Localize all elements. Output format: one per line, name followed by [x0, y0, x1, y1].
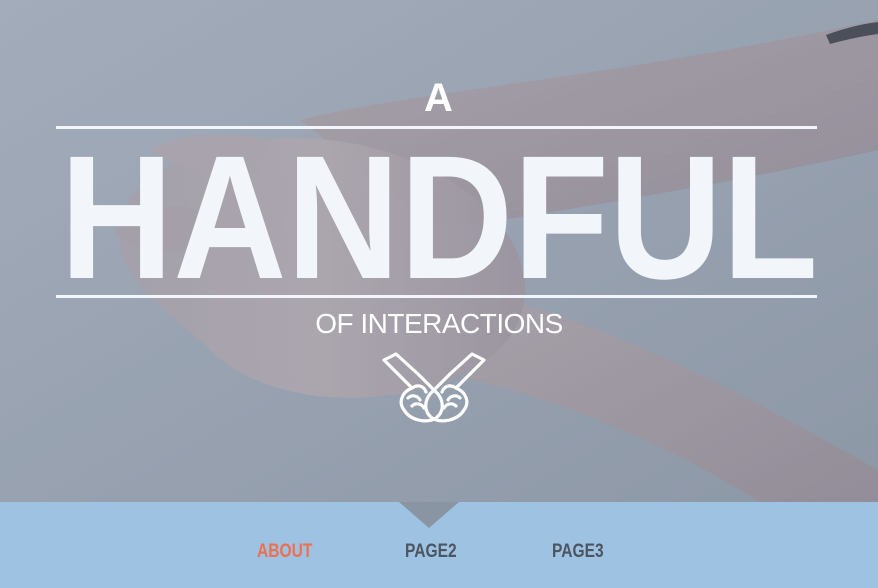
crossed-pointing-hands-icon: [382, 352, 486, 423]
title-main: HANDFUL: [60, 128, 818, 294]
nav-item-page3[interactable]: PAGE3: [552, 540, 604, 564]
hero-section: A HANDFUL OF INTERACTIONS: [0, 0, 878, 502]
title-main-text: HANDFUL: [60, 128, 818, 294]
page: A HANDFUL OF INTERACTIONS ABOUT PAGE2 PA…: [0, 0, 878, 588]
title-subtitle: OF INTERACTIONS: [315, 308, 563, 339]
title-prefix: A: [424, 76, 454, 120]
nav-item-page2[interactable]: PAGE2: [405, 540, 457, 564]
nav-active-indicator: [399, 502, 459, 528]
nav-item-about[interactable]: ABOUT: [257, 540, 312, 564]
title-bottom-rule: [56, 295, 817, 298]
